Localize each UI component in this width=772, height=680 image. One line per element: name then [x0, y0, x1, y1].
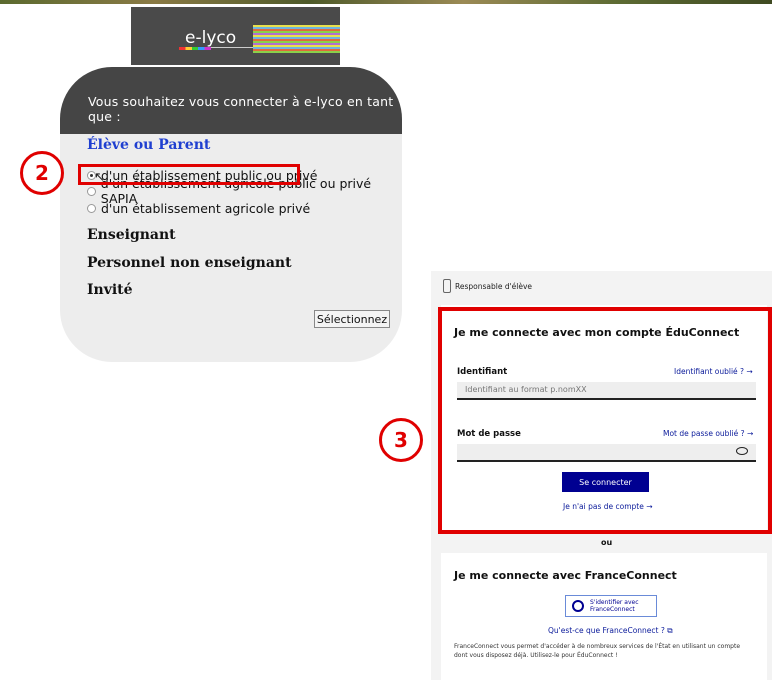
logo-dots [179, 47, 211, 50]
franceconnect-info-link[interactable]: Qu'est-ce que FranceConnect ? ⧉ [548, 626, 673, 636]
panel-header: Vous souhaitez vous connecter à e-lyco e… [60, 67, 402, 134]
mouse-cursor-icon: ↖ [94, 170, 105, 185]
highlight-box-step2 [78, 164, 300, 185]
franceconnect-description: FranceConnect vous permet d'accéder à de… [454, 643, 741, 659]
elyco-logo: e-lyco [131, 7, 340, 65]
franceconnect-logo-icon [572, 600, 584, 612]
franceconnect-button-text: S'identifier avec FranceConnect [590, 599, 639, 613]
highlight-box-step3 [438, 307, 772, 534]
role-indicator: Responsable d'élève [443, 279, 532, 293]
option-label[interactable]: d'un établissement agricole privé [101, 201, 310, 216]
or-separator: ou [601, 538, 613, 547]
category-invite[interactable]: Invité [87, 282, 133, 298]
logo-stripes [253, 25, 340, 53]
franceconnect-card: Je me connecte avec FranceConnect S'iden… [441, 553, 767, 680]
category-personnel[interactable]: Personnel non enseignant [87, 255, 292, 271]
fc-btn-line2: FranceConnect [590, 606, 635, 613]
option-agricole-sapia[interactable]: d'un établissement agricole public ou pr… [87, 176, 402, 206]
step-badge-3: 3 [379, 418, 423, 462]
panel-header-text: Vous souhaitez vous connecter à e-lyco e… [88, 94, 394, 124]
top-banner-strip [0, 0, 772, 4]
fc-btn-line1: S'identifier avec [590, 599, 639, 606]
franceconnect-button[interactable]: S'identifier avec FranceConnect [565, 595, 657, 617]
elyco-login-panel: Vous souhaitez vous connecter à e-lyco e… [60, 67, 402, 362]
category-eleve-parent[interactable]: Élève ou Parent [87, 137, 210, 153]
category-enseignant[interactable]: Enseignant [87, 227, 176, 243]
option-agricole-prive[interactable]: d'un établissement agricole privé [87, 200, 310, 216]
step-badge-2: 2 [20, 151, 64, 195]
radio-icon[interactable] [87, 186, 96, 196]
select-button[interactable]: Sélectionnez [314, 310, 390, 328]
radio-icon[interactable] [87, 203, 96, 213]
elyco-logo-text: e-lyco [185, 28, 237, 48]
person-icon [443, 279, 451, 293]
role-label: Responsable d'élève [455, 281, 533, 291]
franceconnect-title: Je me connecte avec FranceConnect [454, 569, 677, 582]
